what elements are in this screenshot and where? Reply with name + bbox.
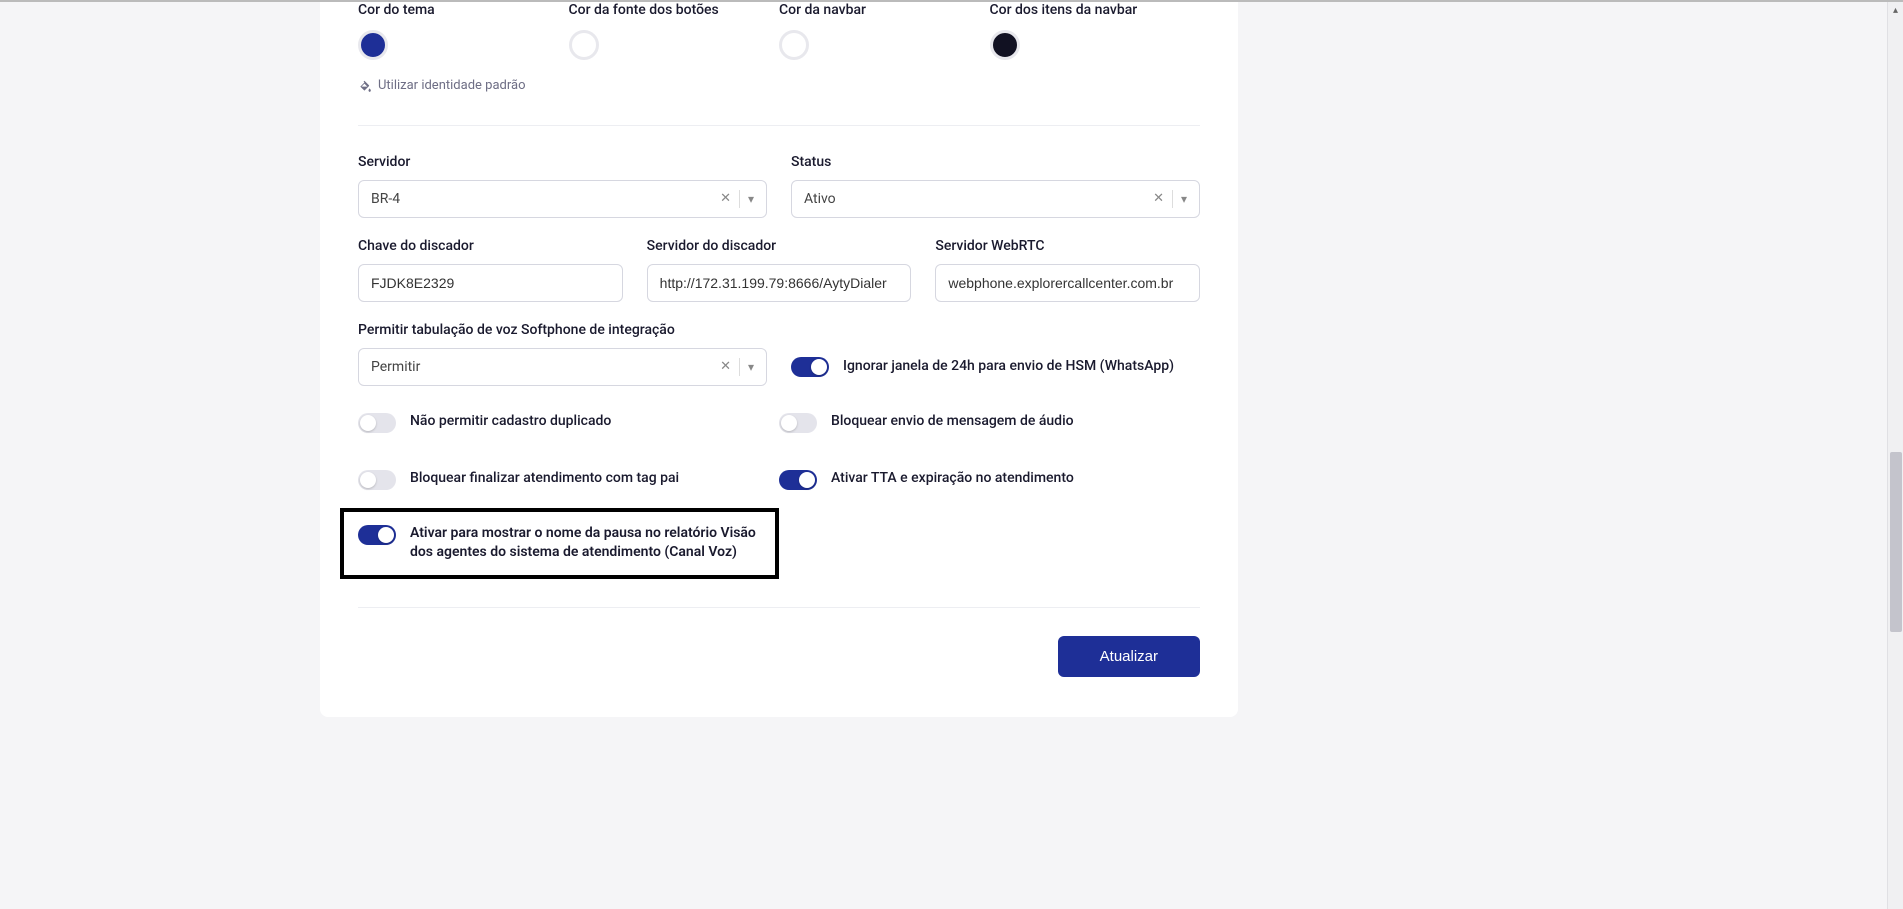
dialer-server-input[interactable] (660, 265, 899, 301)
webrtc-server-wrap (935, 264, 1200, 302)
color-navbar-items-group: Cor dos itens da navbar (990, 2, 1201, 60)
color-navbar-label: Cor da navbar (779, 2, 990, 18)
hsm-toggle-item: Ignorar janela de 24h para envio de HSM … (791, 322, 1200, 386)
no-dup-toggle-item: Não permitir cadastro duplicado (358, 394, 779, 451)
server-label: Servidor (358, 154, 767, 170)
block-audio-toggle-item: Bloquear envio de mensagem de áudio (779, 394, 1200, 451)
no-dup-toggle-label: Não permitir cadastro duplicado (410, 412, 611, 432)
color-theme-group: Cor do tema (358, 2, 569, 60)
scrollbar[interactable]: ▴ (1887, 2, 1903, 909)
divider (358, 607, 1200, 608)
dialer-server-label: Servidor do discador (647, 238, 912, 254)
color-navbar-group: Cor da navbar (779, 2, 990, 60)
block-audio-toggle[interactable] (779, 413, 817, 433)
dialer-key-group: Chave do discador (358, 238, 623, 302)
voice-tab-label: Permitir tabulação de voz Softphone de i… (358, 322, 767, 338)
pause-name-highlight-box: Ativar para mostrar o nome da pausa no r… (340, 508, 779, 579)
tta-toggle-label: Ativar TTA e expiração no atendimento (831, 469, 1074, 489)
paint-bucket-icon (358, 79, 372, 93)
update-button[interactable]: Atualizar (1058, 636, 1200, 677)
scroll-up-arrow-icon[interactable]: ▴ (1888, 2, 1903, 18)
tta-toggle-item: Ativar TTA e expiração no atendimento (779, 451, 1200, 508)
webrtc-server-label: Servidor WebRTC (935, 238, 1200, 254)
status-value: Ativo (804, 191, 1153, 207)
use-default-identity-text: Utilizar identidade padrão (378, 78, 526, 93)
chevron-down-icon[interactable]: ▾ (748, 360, 754, 374)
block-finish-toggle[interactable] (358, 470, 396, 490)
scroll-thumb[interactable] (1890, 452, 1902, 632)
chevron-down-icon[interactable]: ▾ (748, 192, 754, 206)
color-navbar-items-swatch[interactable] (990, 30, 1020, 60)
server-group: Servidor BR-4 ✕ ▾ (358, 154, 767, 218)
server-select[interactable]: BR-4 ✕ ▾ (358, 180, 767, 218)
server-value: BR-4 (371, 191, 720, 207)
block-finish-toggle-label: Bloquear finalizar atendimento com tag p… (410, 469, 679, 489)
dialer-server-wrap (647, 264, 912, 302)
voice-tab-select[interactable]: Permitir ✕ ▾ (358, 348, 767, 386)
pause-name-toggle-label: Ativar para mostrar o nome da pausa no r… (410, 524, 761, 563)
toggle-grid: Não permitir cadastro duplicado Bloquear… (358, 394, 1200, 508)
color-navbar-swatch[interactable] (779, 30, 809, 60)
dialer-row: Chave do discador Servidor do discador S… (358, 238, 1200, 302)
color-theme-swatch[interactable] (358, 30, 388, 60)
status-label: Status (791, 154, 1200, 170)
voice-tab-value: Permitir (371, 359, 720, 375)
color-button-font-label: Cor da fonte dos botões (569, 2, 780, 18)
color-button-font-swatch[interactable] (569, 30, 599, 60)
settings-card: Cor do tema Cor da fonte dos botões Cor … (320, 2, 1238, 717)
server-clear-icon[interactable]: ✕ (720, 191, 731, 206)
color-row: Cor do tema Cor da fonte dos botões Cor … (358, 2, 1200, 60)
block-audio-toggle-label: Bloquear envio de mensagem de áudio (831, 412, 1074, 432)
use-default-identity-link[interactable]: Utilizar identidade padrão (358, 78, 526, 93)
dialer-key-wrap (358, 264, 623, 302)
color-theme-label: Cor do tema (358, 2, 569, 18)
chevron-down-icon[interactable]: ▾ (1181, 192, 1187, 206)
voice-hsm-row: Permitir tabulação de voz Softphone de i… (358, 322, 1200, 386)
viewport: Cor do tema Cor da fonte dos botões Cor … (0, 0, 1903, 909)
color-button-font-group: Cor da fonte dos botões (569, 2, 780, 60)
status-clear-icon[interactable]: ✕ (1153, 191, 1164, 206)
status-select[interactable]: Ativo ✕ ▾ (791, 180, 1200, 218)
no-dup-toggle[interactable] (358, 413, 396, 433)
voice-tab-clear-icon[interactable]: ✕ (720, 359, 731, 374)
button-row: Atualizar (358, 636, 1200, 677)
webrtc-server-input[interactable] (948, 265, 1187, 301)
dialer-key-label: Chave do discador (358, 238, 623, 254)
dialer-key-input[interactable] (371, 265, 610, 301)
server-status-row: Servidor BR-4 ✕ ▾ Status Ativo ✕ (358, 154, 1200, 218)
divider (358, 125, 1200, 126)
status-group: Status Ativo ✕ ▾ (791, 154, 1200, 218)
dialer-server-group: Servidor do discador (647, 238, 912, 302)
color-navbar-items-label: Cor dos itens da navbar (990, 2, 1201, 18)
block-finish-toggle-item: Bloquear finalizar atendimento com tag p… (358, 451, 779, 508)
hsm-toggle[interactable] (791, 357, 829, 377)
voice-tab-group: Permitir tabulação de voz Softphone de i… (358, 322, 767, 386)
tta-toggle[interactable] (779, 470, 817, 490)
webrtc-server-group: Servidor WebRTC (935, 238, 1200, 302)
pause-name-toggle[interactable] (358, 525, 396, 545)
hsm-toggle-label: Ignorar janela de 24h para envio de HSM … (843, 357, 1174, 377)
